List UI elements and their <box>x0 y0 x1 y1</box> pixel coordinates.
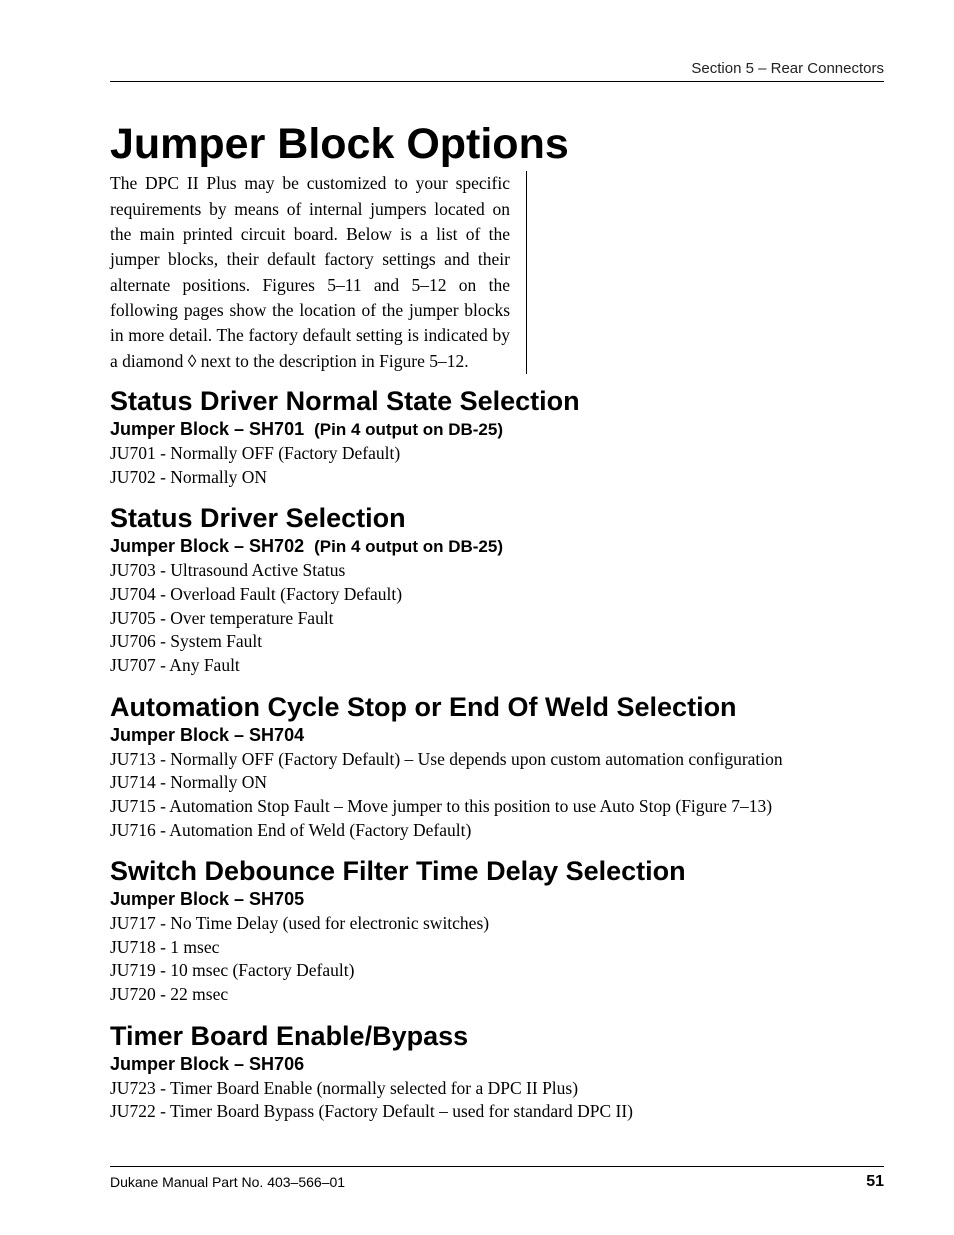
jumper-block-label: Jumper Block – SH704 <box>110 725 304 745</box>
list-item: JU704 - Overload Fault (Factory Default) <box>110 583 884 607</box>
list-item: JU706 - System Fault <box>110 630 884 654</box>
list-item: JU720 - 22 msec <box>110 983 884 1007</box>
item-list: JU703 - Ultrasound Active Status JU704 -… <box>110 559 884 677</box>
item-list: JU717 - No Time Delay (used for electron… <box>110 912 884 1007</box>
section-subheading: Jumper Block – SH705 <box>110 889 884 910</box>
list-item: JU722 - Timer Board Bypass (Factory Defa… <box>110 1100 884 1124</box>
page-footer: Dukane Manual Part No. 403–566–01 51 <box>110 1166 884 1191</box>
page-number: 51 <box>866 1173 884 1191</box>
jumper-block-label: Jumper Block – SH706 <box>110 1054 304 1074</box>
running-head: Section 5 – Rear Connectors <box>110 60 884 77</box>
footer-row: Dukane Manual Part No. 403–566–01 51 <box>110 1173 884 1191</box>
section-heading: Switch Debounce Filter Time Delay Select… <box>110 856 884 887</box>
section-subheading: Jumper Block – SH704 <box>110 725 884 746</box>
item-list: JU723 - Timer Board Enable (normally sel… <box>110 1077 884 1124</box>
list-item: JU714 - Normally ON <box>110 771 884 795</box>
jumper-block-label: Jumper Block – SH705 <box>110 889 304 909</box>
intro-paragraph: The DPC II Plus may be customized to you… <box>110 171 527 374</box>
item-list: JU713 - Normally OFF (Factory Default) –… <box>110 748 884 843</box>
page-title: Jumper Block Options <box>110 122 884 167</box>
footer-manual-number: Dukane Manual Part No. 403–566–01 <box>110 1174 345 1190</box>
section-heading: Status Driver Normal State Selection <box>110 386 884 417</box>
section-subheading: Jumper Block – SH702 (Pin 4 output on DB… <box>110 536 884 557</box>
section-heading: Timer Board Enable/Bypass <box>110 1021 884 1052</box>
list-item: JU713 - Normally OFF (Factory Default) –… <box>110 748 884 772</box>
list-item: JU703 - Ultrasound Active Status <box>110 559 884 583</box>
list-item: JU715 - Automation Stop Fault – Move jum… <box>110 795 884 819</box>
list-item: JU717 - No Time Delay (used for electron… <box>110 912 884 936</box>
section-heading: Status Driver Selection <box>110 503 884 534</box>
section-note: (Pin 4 output on DB-25) <box>314 537 503 556</box>
list-item: JU705 - Over temperature Fault <box>110 607 884 631</box>
list-item: JU702 - Normally ON <box>110 466 884 490</box>
list-item: JU716 - Automation End of Weld (Factory … <box>110 819 884 843</box>
jumper-block-label: Jumper Block – SH701 <box>110 419 304 439</box>
item-list: JU701 - Normally OFF (Factory Default) J… <box>110 442 884 489</box>
section-subheading: Jumper Block – SH701 (Pin 4 output on DB… <box>110 419 884 440</box>
page: Section 5 – Rear Connectors Jumper Block… <box>0 0 954 1235</box>
list-item: JU701 - Normally OFF (Factory Default) <box>110 442 884 466</box>
header-rule <box>110 81 884 82</box>
jumper-block-label: Jumper Block – SH702 <box>110 536 304 556</box>
section-subheading: Jumper Block – SH706 <box>110 1054 884 1075</box>
list-item: JU718 - 1 msec <box>110 936 884 960</box>
footer-rule <box>110 1166 884 1167</box>
section-heading: Automation Cycle Stop or End Of Weld Sel… <box>110 692 884 723</box>
list-item: JU707 - Any Fault <box>110 654 884 678</box>
list-item: JU723 - Timer Board Enable (normally sel… <box>110 1077 884 1101</box>
section-note: (Pin 4 output on DB-25) <box>314 420 503 439</box>
list-item: JU719 - 10 msec (Factory Default) <box>110 959 884 983</box>
